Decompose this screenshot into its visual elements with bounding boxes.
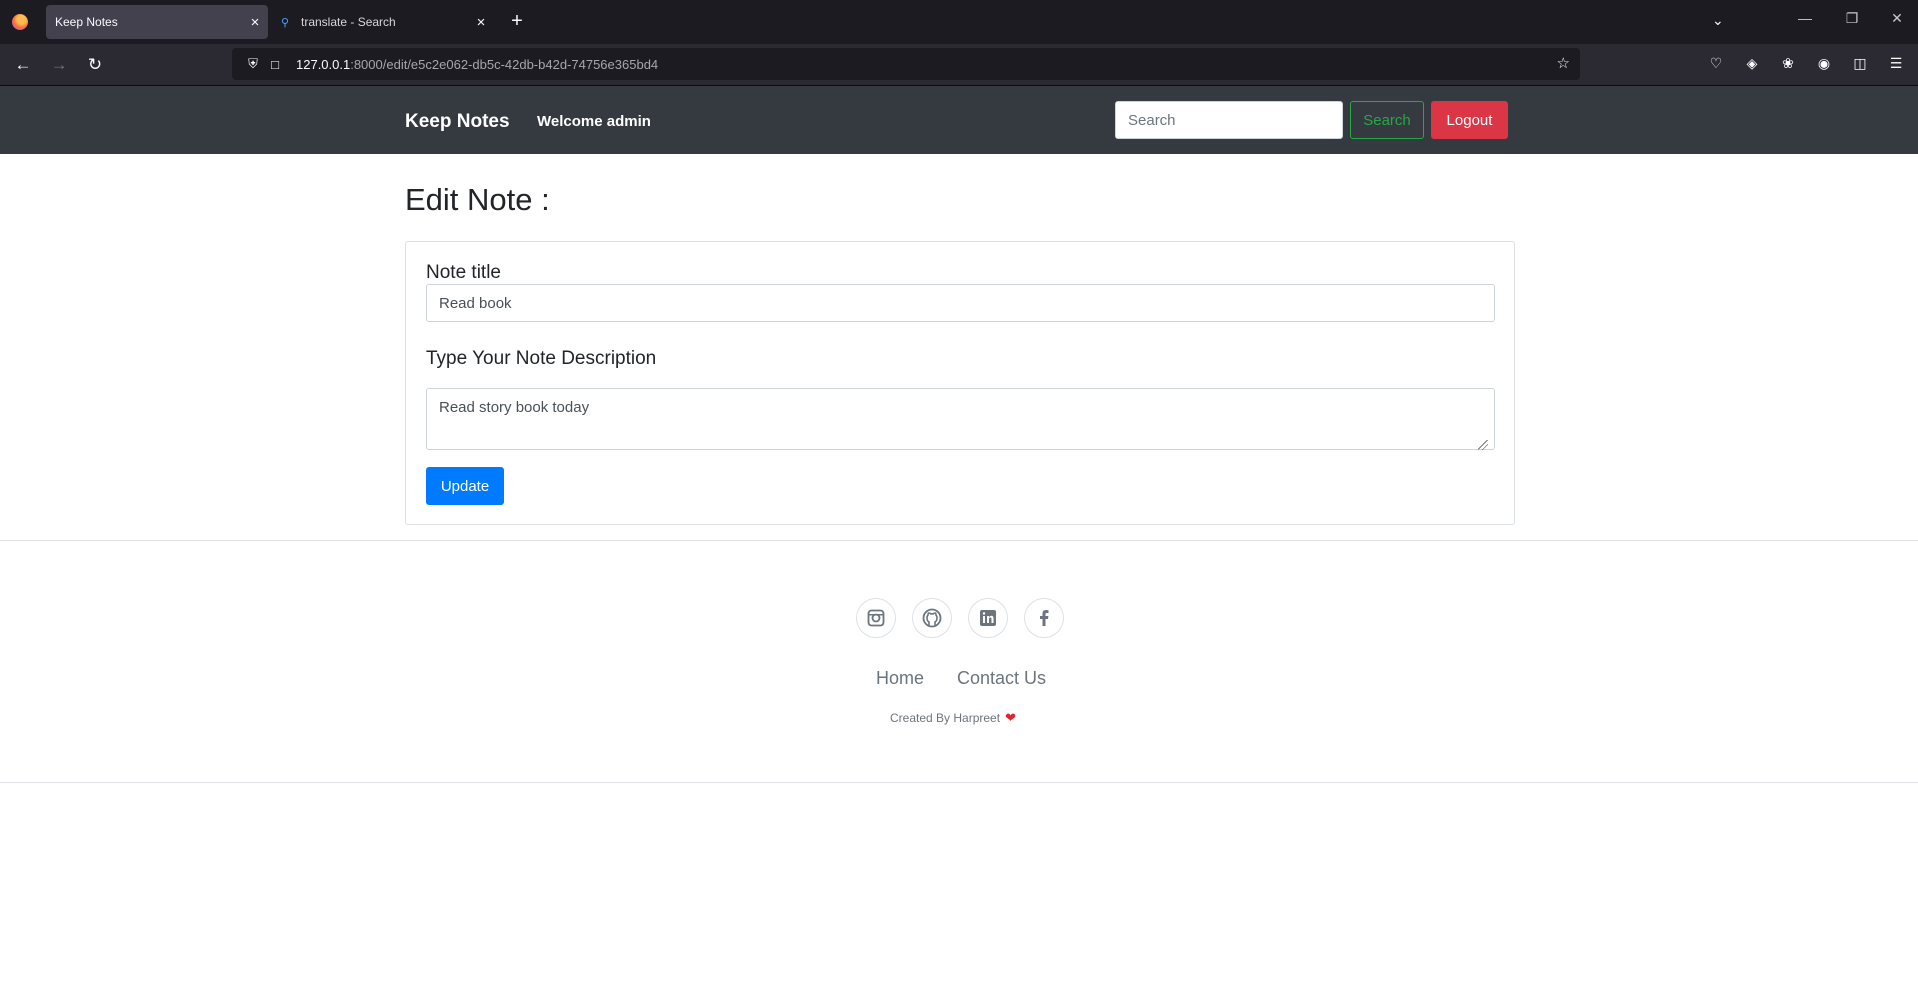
url-host: 127.0.0.1 xyxy=(296,56,351,72)
url-path: :8000/edit/e5c2e062-db5c-42db-b42d-74756… xyxy=(350,56,659,72)
search-button[interactable]: Search xyxy=(1350,101,1424,139)
page-icon[interactable]: □ xyxy=(266,57,284,72)
back-icon[interactable]: ← xyxy=(11,53,35,77)
edit-note-form: Note title Type Your Note Description Re… xyxy=(405,241,1515,525)
tab-keep-notes[interactable]: Keep Notes × xyxy=(46,5,268,39)
note-description-label: Type Your Note Description xyxy=(426,348,657,369)
tab-title: translate - Search xyxy=(301,15,396,29)
credit-text: Created By Harpreet xyxy=(890,711,1001,725)
logout-button[interactable]: Logout xyxy=(1431,101,1508,139)
reload-icon[interactable]: ↻ xyxy=(83,53,107,77)
tab-translate-search[interactable]: ⚲ translate - Search × xyxy=(272,5,494,39)
note-description-textarea[interactable]: Read story book today xyxy=(426,388,1495,450)
social-links xyxy=(856,598,1064,638)
bookmark-star-icon[interactable]: ☆ xyxy=(1557,54,1570,72)
shield-icon[interactable]: ⛨ xyxy=(244,56,262,72)
search-input[interactable] xyxy=(1115,101,1343,139)
tab-title: Keep Notes xyxy=(55,15,118,29)
update-button[interactable]: Update xyxy=(426,467,504,505)
close-tab-icon[interactable]: × xyxy=(468,14,494,31)
minimize-icon[interactable]: — xyxy=(1790,10,1820,26)
search-icon: ⚲ xyxy=(281,16,290,29)
footer-link-home[interactable]: Home xyxy=(876,668,924,689)
new-tab-icon[interactable]: + xyxy=(505,10,529,34)
brand-link[interactable]: Keep Notes xyxy=(405,111,510,133)
restore-icon[interactable]: ❐ xyxy=(1837,10,1867,27)
instagram-icon[interactable] xyxy=(856,598,896,638)
facebook-icon[interactable] xyxy=(1024,598,1064,638)
note-title-label: Note title xyxy=(426,262,501,283)
extension-translate-icon[interactable]: ◈ xyxy=(1741,55,1763,72)
pocket-icon[interactable]: ♡ xyxy=(1705,55,1727,72)
url-bar[interactable]: ⛨ □ 127.0.0.1:8000/edit/e5c2e062-db5c-42… xyxy=(232,48,1580,80)
url-text[interactable]: 127.0.0.1:8000/edit/e5c2e062-db5c-42db-b… xyxy=(296,57,658,72)
footer-credit: Created By Harpreet ❤ xyxy=(890,710,1016,726)
menu-icon[interactable]: ☰ xyxy=(1885,55,1907,72)
close-window-icon[interactable]: ✕ xyxy=(1882,10,1912,27)
browser-tab-bar: Keep Notes × ⚲ translate - Search × + ⌄ … xyxy=(0,0,1918,44)
puzzle-icon[interactable]: ◫ xyxy=(1849,55,1871,72)
footer-links: Home Contact Us xyxy=(876,668,1046,689)
cookie-icon[interactable]: ❀ xyxy=(1777,55,1799,72)
forward-icon[interactable]: → xyxy=(47,53,71,77)
close-tab-icon[interactable]: × xyxy=(242,14,268,31)
footer-link-contact-us[interactable]: Contact Us xyxy=(957,668,1046,689)
note-title-input[interactable] xyxy=(426,284,1495,322)
linkedin-icon[interactable] xyxy=(968,598,1008,638)
heart-icon: ❤ xyxy=(1005,710,1016,725)
firefox-icon xyxy=(12,14,28,30)
browser-nav-bar: ← → ↻ ⛨ □ 127.0.0.1:8000/edit/e5c2e062-d… xyxy=(0,44,1918,86)
footer-bottom-divider xyxy=(0,782,1918,783)
welcome-text: Welcome admin xyxy=(537,113,651,130)
resize-handle-icon[interactable] xyxy=(1478,440,1488,450)
github-icon[interactable] xyxy=(912,598,952,638)
page-title: Edit Note : xyxy=(405,182,550,217)
extension-icon[interactable]: ◉ xyxy=(1813,55,1835,72)
chevron-down-icon[interactable]: ⌄ xyxy=(1712,12,1724,29)
site-navbar: Keep Notes Welcome admin Search Logout xyxy=(0,86,1918,154)
footer-divider xyxy=(0,540,1918,541)
